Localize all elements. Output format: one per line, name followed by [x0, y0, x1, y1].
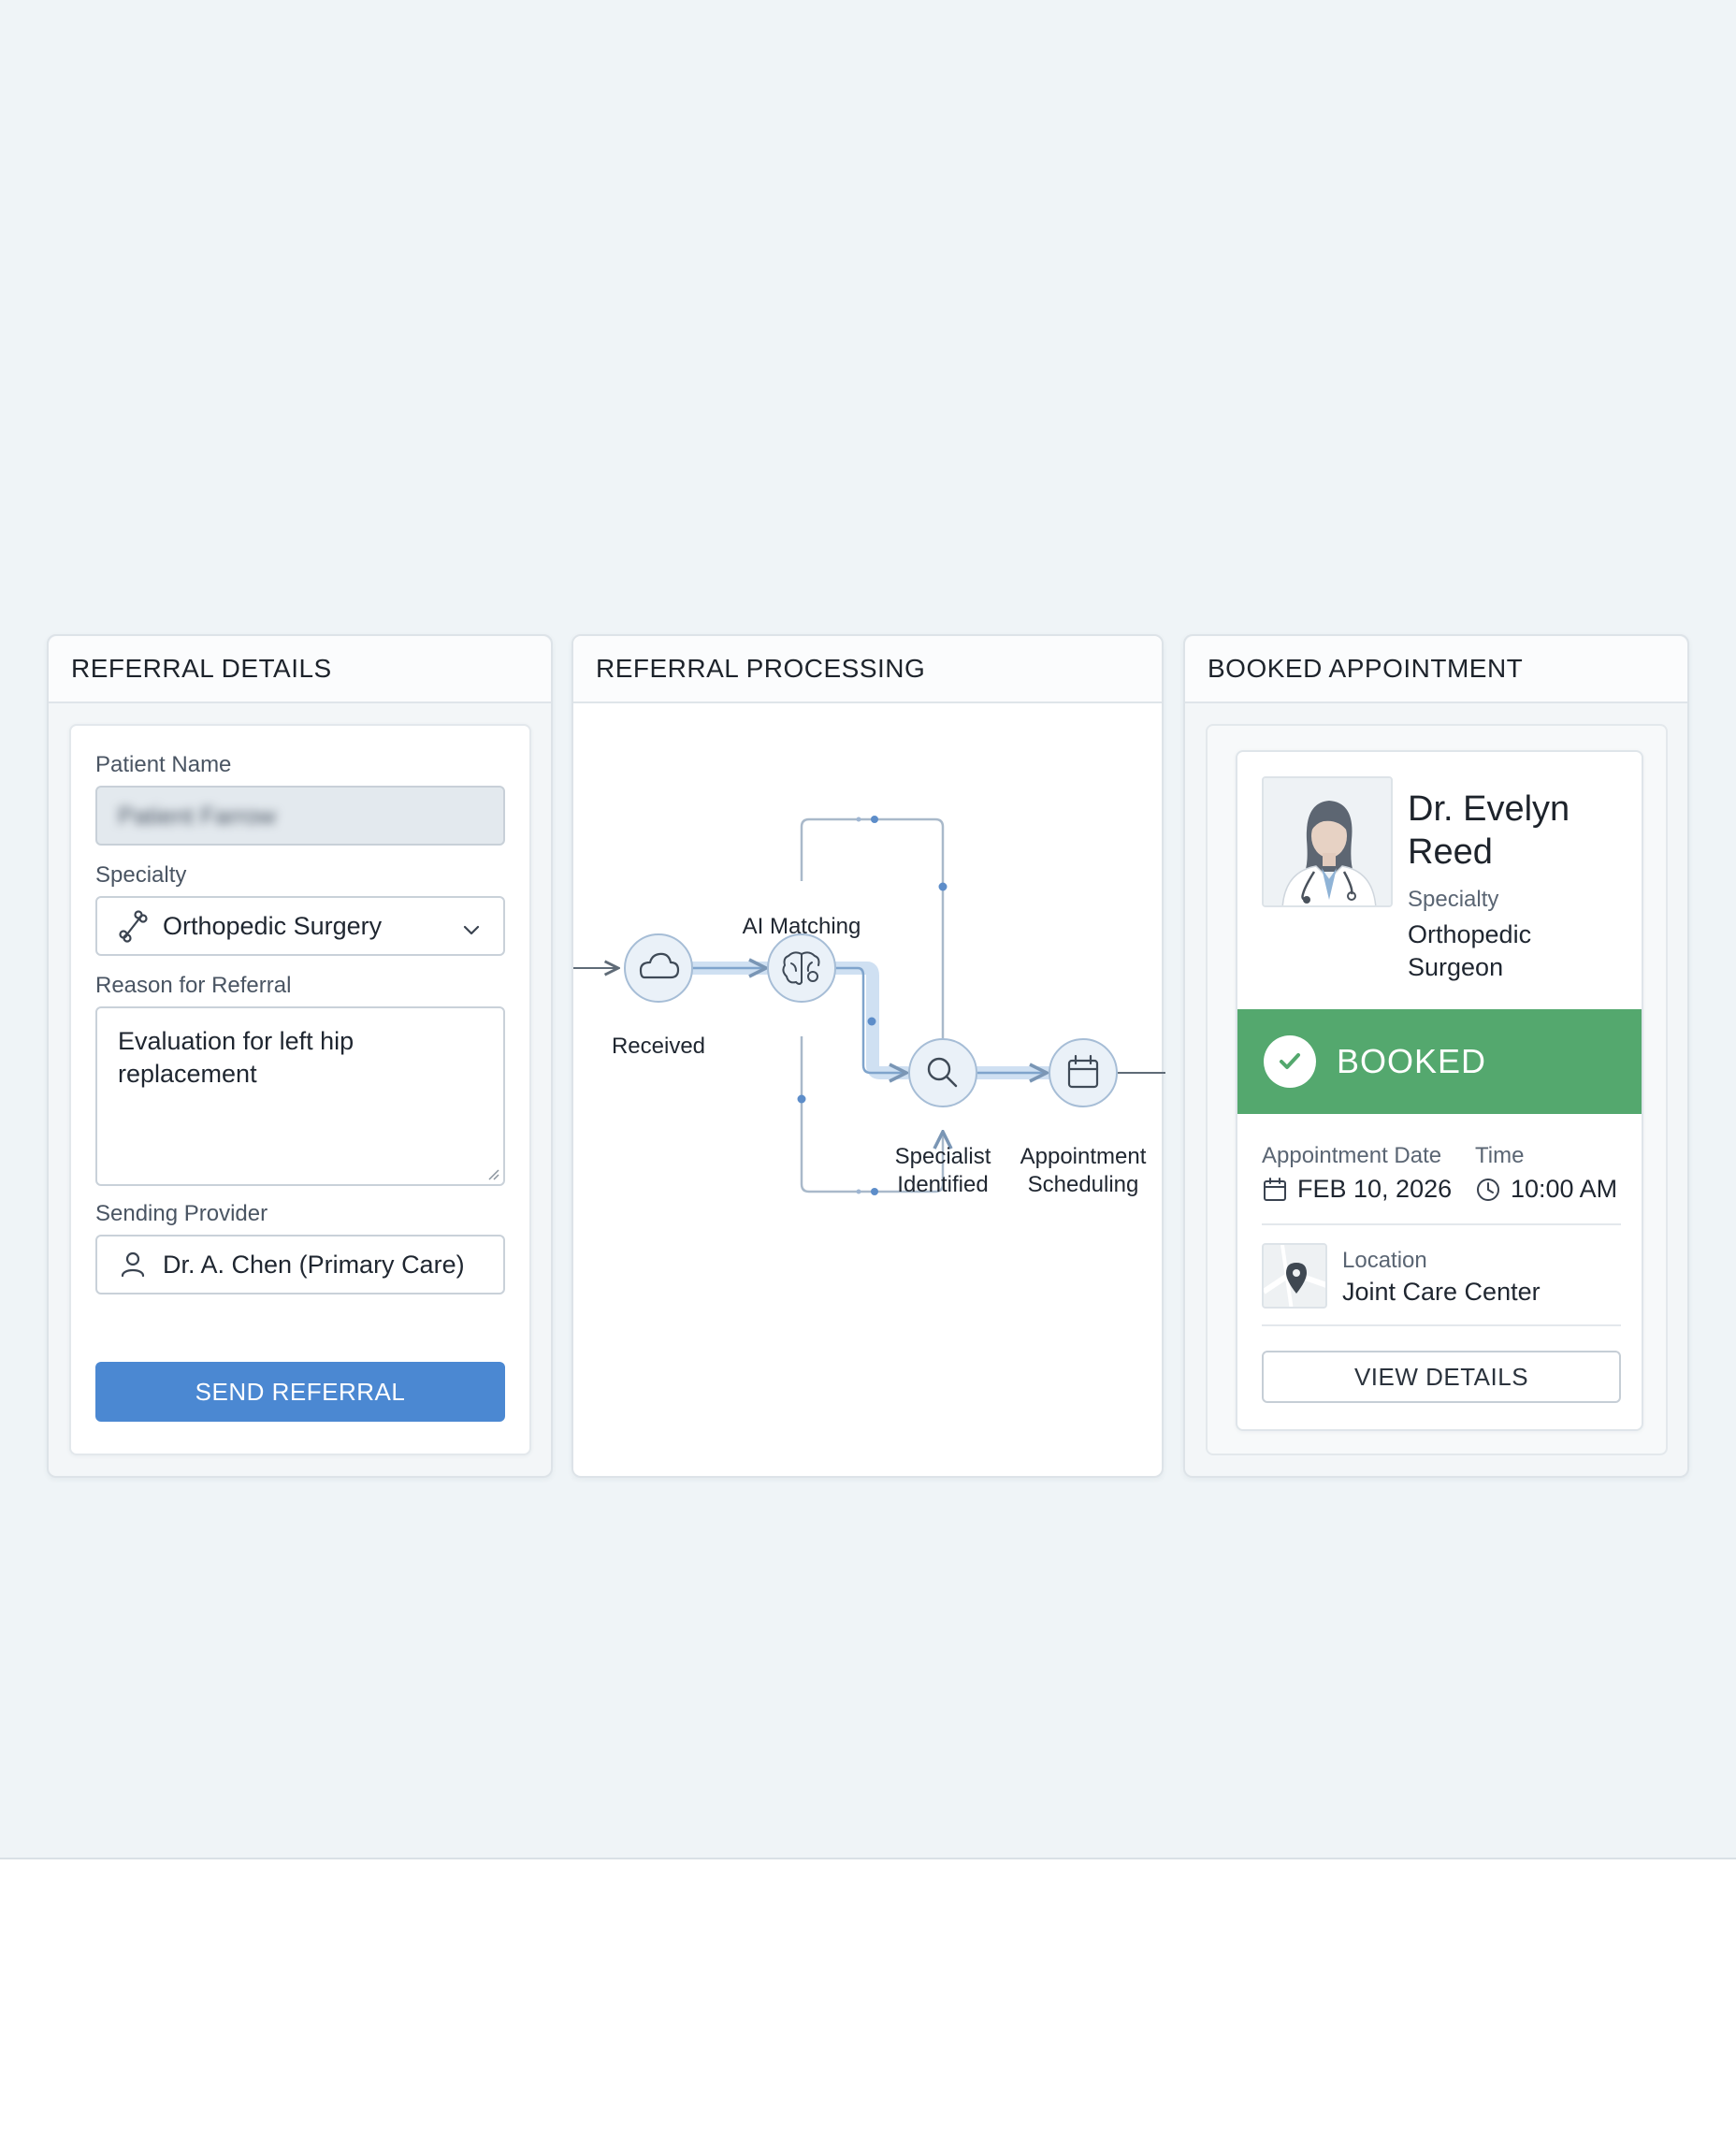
- referral-form: Patient Name Patient Farrow Specialty Or…: [69, 724, 531, 1455]
- doctor-portrait-icon: [1264, 778, 1391, 905]
- appointment-time-value: 10:00 AM: [1475, 1175, 1617, 1204]
- divider: [1262, 1324, 1621, 1326]
- specialist-label-line1: Specialist: [894, 1144, 991, 1169]
- appointment-date-label: Appointment Date: [1262, 1143, 1442, 1168]
- doctor-name-line2: Reed: [1408, 832, 1493, 872]
- patient-name-label: Patient Name: [95, 752, 232, 777]
- specialty-label: Specialty: [95, 862, 187, 888]
- referral-processing-title: REFERRAL PROCESSING: [573, 636, 1162, 703]
- check-icon: [1264, 1035, 1316, 1088]
- bottom-blank-area: [0, 1858, 1736, 2155]
- referral-details-title: REFERRAL DETAILS: [49, 636, 551, 703]
- appointment-scheduling-label: Appointment Scheduling: [1008, 1143, 1158, 1199]
- send-referral-button[interactable]: SEND REFERRAL: [95, 1362, 505, 1422]
- booked-appointment-panel: BOOKED APPOINTMENT Dr. Evelyn Reed Speci…: [1183, 634, 1689, 1478]
- appointment-date-value: FEB 10, 2026: [1262, 1175, 1452, 1204]
- doctor-avatar: [1262, 776, 1393, 907]
- resize-grip-icon[interactable]: [486, 1167, 499, 1180]
- reason-textarea[interactable]: Evaluation for left hip replacement: [95, 1006, 505, 1186]
- reason-label: Reason for Referral: [95, 973, 292, 998]
- divider: [1262, 1223, 1621, 1225]
- flow-dot: [856, 1189, 861, 1194]
- appointment-label-line2: Scheduling: [1027, 1172, 1139, 1197]
- clock-icon: [1477, 1178, 1499, 1201]
- doctor-card: Dr. Evelyn Reed Specialty Orthopedic Sur…: [1236, 750, 1643, 1431]
- chevron-down-icon: [463, 925, 480, 935]
- location-label: Location: [1342, 1248, 1427, 1273]
- reason-value: Evaluation for left hip replacement: [118, 1027, 354, 1088]
- booked-appointment-title: BOOKED APPOINTMENT: [1185, 636, 1687, 703]
- specialty-value: Orthopedic Surgery: [163, 911, 383, 940]
- doctor-name-line1: Dr. Evelyn: [1408, 789, 1570, 829]
- flow-dot: [938, 882, 948, 891]
- appointment-label-line1: Appointment: [1020, 1144, 1147, 1169]
- processing-flow-diagram: [573, 816, 1165, 1195]
- location-map-thumbnail: [1262, 1243, 1327, 1309]
- patient-name-field[interactable]: Patient Farrow: [95, 786, 505, 846]
- booked-status-text: BOOKED: [1337, 1042, 1487, 1080]
- referral-processing-panel: REFERRAL PROCESSING Received AI Matching…: [571, 634, 1165, 1478]
- flow-dot: [856, 817, 861, 822]
- ai-matching-node: [767, 933, 836, 1003]
- doctor-specialty-value: Orthopedic Surgeon: [1408, 918, 1531, 984]
- received-node: [624, 933, 693, 1003]
- bone-icon: [119, 910, 148, 943]
- view-details-button[interactable]: VIEW DETAILS: [1262, 1351, 1621, 1403]
- received-label: Received: [611, 1034, 706, 1059]
- provider-value: Dr. A. Chen (Primary Care): [163, 1250, 465, 1279]
- calendar-icon: [1264, 1177, 1286, 1201]
- location-value: Joint Care Center: [1342, 1278, 1541, 1306]
- appointment-card-container: Dr. Evelyn Reed Specialty Orthopedic Sur…: [1206, 724, 1668, 1455]
- flow-dot: [871, 816, 878, 823]
- flow-dot: [797, 1094, 806, 1104]
- patient-name-value: Patient Farrow: [118, 801, 277, 830]
- map-pin-icon: [1264, 1245, 1325, 1307]
- appointment-time-text: 10:00 AM: [1511, 1175, 1618, 1203]
- user-icon: [121, 1251, 145, 1278]
- specialty-select[interactable]: Orthopedic Surgery: [95, 896, 505, 956]
- doctor-specialty-label: Specialty: [1408, 887, 1499, 912]
- specialist-identified-label: Specialist Identified: [877, 1143, 1008, 1199]
- referral-details-panel: REFERRAL DETAILS Patient Name Patient Fa…: [47, 634, 553, 1478]
- flow-dot: [867, 1017, 876, 1026]
- booked-status-banner: BOOKED: [1237, 1009, 1642, 1114]
- doctor-specialty-line2: Surgeon: [1408, 953, 1504, 981]
- appointment-node: [1049, 1038, 1118, 1107]
- appointment-time-label: Time: [1475, 1143, 1525, 1168]
- provider-field[interactable]: Dr. A. Chen (Primary Care): [95, 1235, 505, 1294]
- specialist-node: [908, 1038, 977, 1107]
- specialist-label-line2: Identified: [897, 1172, 989, 1197]
- doctor-specialty-line1: Orthopedic: [1408, 920, 1532, 948]
- provider-label: Sending Provider: [95, 1201, 268, 1226]
- appointment-date-text: FEB 10, 2026: [1297, 1175, 1453, 1203]
- doctor-name: Dr. Evelyn Reed: [1408, 788, 1570, 874]
- ai-matching-label: AI Matching: [742, 914, 861, 939]
